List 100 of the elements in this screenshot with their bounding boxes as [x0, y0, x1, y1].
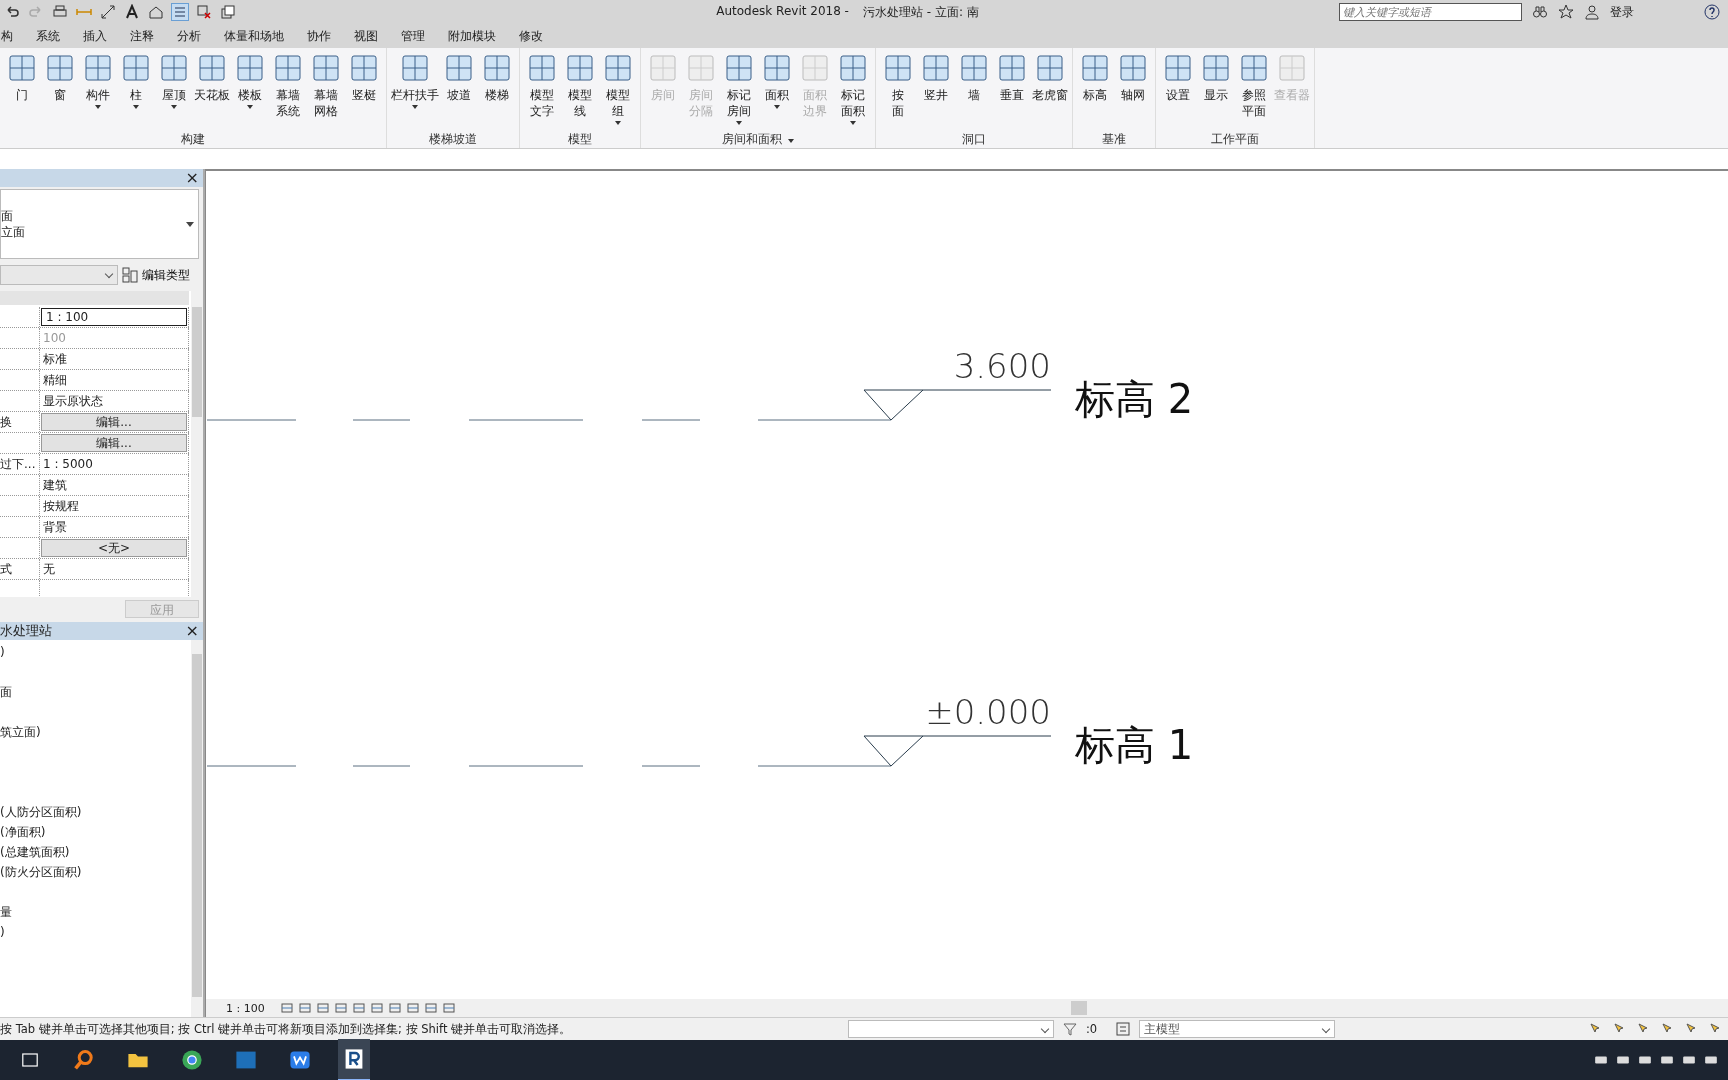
ribbon-tool-button[interactable]: 按 面	[880, 48, 916, 130]
ribbon-tool-button[interactable]: 标记 面积	[835, 48, 871, 130]
view-control-icon[interactable]	[442, 1002, 455, 1014]
ribbon-tab[interactable]: 协作	[306, 25, 332, 47]
browser-item[interactable]: )	[0, 642, 5, 662]
ribbon-tool-button[interactable]: 标高	[1077, 48, 1113, 130]
view-control-icon[interactable]	[424, 1002, 437, 1014]
ribbon-tool-button[interactable]: 设置	[1160, 48, 1196, 130]
edit-button[interactable]: 编辑...	[41, 434, 187, 452]
ribbon-tool-button[interactable]: 楼板	[232, 48, 268, 130]
ribbon-tool-button[interactable]: 标记 房间	[721, 48, 757, 130]
browser-item[interactable]: 筑立面)	[0, 722, 41, 742]
ribbon-tool-button[interactable]: 模型 文字	[524, 48, 560, 130]
view-control-icon[interactable]	[352, 1002, 365, 1014]
text-icon[interactable]	[124, 4, 140, 20]
browser-item[interactable]: (防火分区面积)	[0, 862, 82, 882]
edit-type-button[interactable]: 编辑类型	[122, 266, 190, 284]
ribbon-tool-button[interactable]: 窗	[42, 48, 78, 130]
ribbon-tool-button[interactable]: 幕墙 系统	[270, 48, 306, 130]
browser-item[interactable]: 面	[0, 682, 12, 702]
panel-title[interactable]: 模型	[524, 130, 636, 148]
ribbon-tab[interactable]: 构	[0, 25, 14, 47]
view-control-icon[interactable]	[334, 1002, 347, 1014]
ribbon-tool-button[interactable]: 垂直	[994, 48, 1030, 130]
ribbon-tool-button[interactable]: 显示	[1198, 48, 1234, 130]
ribbon-tool-button[interactable]: 幕墙 网格	[308, 48, 344, 130]
browser-item[interactable]: (净面积)	[0, 822, 46, 842]
view-control-icon[interactable]	[316, 1002, 329, 1014]
star-icon[interactable]	[1558, 4, 1574, 20]
ribbon-tool-button[interactable]: 墙	[956, 48, 992, 130]
ribbon-tool-button[interactable]: 轴网	[1115, 48, 1151, 130]
revit-app-icon[interactable]	[338, 1039, 370, 1080]
view-control-icon[interactable]	[370, 1002, 383, 1014]
browser-item[interactable]: (人防分区面积)	[0, 802, 82, 822]
panel-title[interactable]: 构建	[4, 130, 382, 148]
panel-title[interactable]: 基准	[1077, 130, 1151, 148]
browser-item[interactable]: )	[0, 922, 5, 942]
ribbon-tab[interactable]: 管理	[400, 25, 426, 47]
ribbon-tab[interactable]: 体量和场地	[223, 25, 285, 47]
panel-title[interactable]: 洞口	[880, 130, 1068, 148]
design-options-icon[interactable]	[1115, 1021, 1132, 1037]
edit-button[interactable]: <无>	[41, 539, 187, 557]
ribbon-tab[interactable]: 插入	[82, 25, 108, 47]
house-icon[interactable]	[148, 4, 164, 20]
level-elevation[interactable]: ±0.000	[925, 692, 1051, 732]
search-field[interactable]: 键入关键字或短语	[1339, 3, 1522, 21]
level-name[interactable]: 标高 2	[1075, 376, 1194, 422]
print-icon[interactable]	[52, 4, 68, 20]
level-marker-drawing[interactable]	[863, 389, 1052, 421]
ribbon-tool-button[interactable]: 竖井	[918, 48, 954, 130]
close-button[interactable]: ×	[185, 170, 199, 186]
ribbon-tool-button[interactable]: 参照 平面	[1236, 48, 1272, 130]
edit-button[interactable]: 编辑...	[41, 413, 187, 431]
ribbon-tool-button[interactable]: 屋顶	[156, 48, 192, 130]
ribbon-tool-button[interactable]: 门	[4, 48, 40, 130]
property-value-field[interactable]: 1 : 100	[41, 308, 187, 326]
help-icon[interactable]	[1704, 4, 1720, 20]
ribbon-tab[interactable]: 注释	[129, 25, 155, 47]
level-name[interactable]: 标高 1	[1075, 722, 1194, 768]
panel-title[interactable]: 房间和面积	[645, 130, 871, 148]
view-control-icon[interactable]	[280, 1002, 293, 1014]
panel-title[interactable]: 工作平面	[1160, 130, 1310, 148]
ribbon-tab[interactable]: 修改	[518, 25, 544, 47]
panel-title[interactable]: 楼梯坡道	[391, 130, 515, 148]
view-control-icon[interactable]	[388, 1002, 401, 1014]
scrollbar-thumb[interactable]	[1070, 1001, 1087, 1015]
ribbon-tool-button[interactable]: 构件	[80, 48, 116, 130]
level-marker-drawing[interactable]	[863, 735, 1052, 767]
view-control-icon[interactable]	[298, 1002, 311, 1014]
ribbon-tool-button[interactable]: 坡道	[441, 48, 477, 130]
filter-icon[interactable]	[1062, 1021, 1078, 1037]
sign-in-link[interactable]: 登录	[1610, 3, 1634, 21]
browser-item[interactable]: (总建筑面积)	[0, 842, 70, 862]
ribbon-tool-button[interactable]: 栏杆扶手	[391, 48, 439, 130]
switch-windows-icon[interactable]	[220, 4, 236, 20]
ribbon-tool-button[interactable]: 模型 线	[562, 48, 598, 130]
scrollbar-thumb[interactable]	[192, 307, 202, 417]
ribbon-tool-button[interactable]: 天花板	[194, 48, 230, 130]
level-elevation[interactable]: 3.600	[953, 346, 1051, 386]
ribbon-tab[interactable]: 分析	[176, 25, 202, 47]
ribbon-tool-button[interactable]: 楼梯	[479, 48, 515, 130]
close-button[interactable]: ×	[185, 623, 199, 639]
binoculars-icon[interactable]	[1532, 4, 1548, 20]
ribbon-tool-button[interactable]: 老虎窗	[1032, 48, 1068, 130]
view-scale[interactable]: 1 : 100	[226, 1001, 265, 1015]
undo-icon[interactable]	[4, 4, 20, 20]
ribbon-tab[interactable]: 附加模块	[447, 25, 497, 47]
scrollbar-thumb[interactable]	[192, 654, 202, 997]
ribbon-tool-button[interactable]: 柱	[118, 48, 154, 130]
close-windows-icon[interactable]	[196, 4, 212, 20]
model-dropdown[interactable]: 主模型	[1139, 1020, 1336, 1038]
dimension-icon[interactable]	[100, 4, 116, 20]
browser-item[interactable]: 量	[0, 902, 12, 922]
view-control-icon[interactable]	[406, 1002, 419, 1014]
ribbon-tool-button[interactable]: 竖梃	[346, 48, 382, 130]
list-icon[interactable]	[172, 4, 188, 20]
type-selector[interactable]: 面 立面	[0, 189, 199, 259]
ribbon-tool-button[interactable]: 模型 组	[600, 48, 636, 130]
ribbon-tool-button[interactable]: 面积	[759, 48, 795, 130]
user-icon[interactable]	[1584, 4, 1600, 20]
